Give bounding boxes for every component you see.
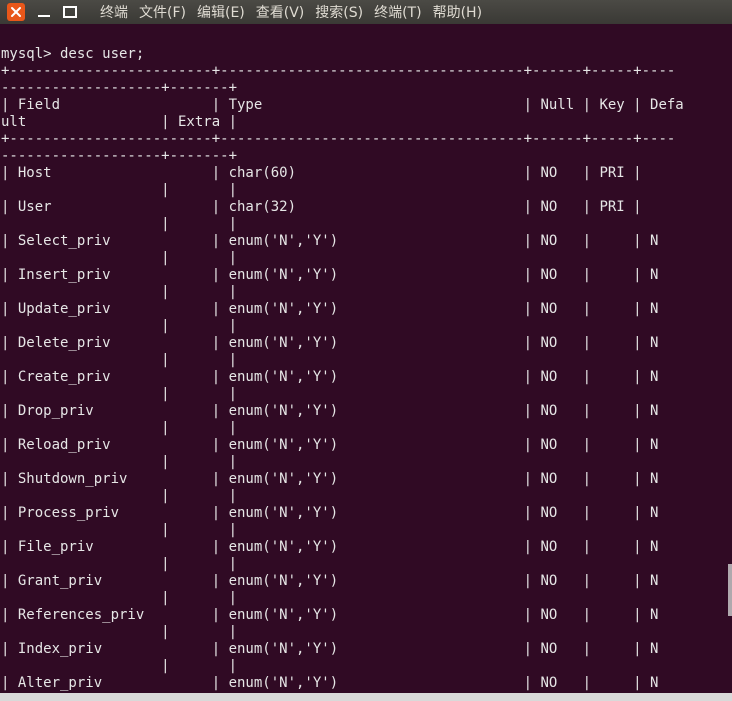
menu-bar: 终端 文件(F) 编辑(E) 查看(V) 搜索(S) 终端(T) 帮助(H) bbox=[100, 0, 482, 24]
terminal-line: | Insert_priv | enum('N','Y') | NO | | N bbox=[1, 267, 659, 283]
terminal-line: | | bbox=[1, 658, 238, 674]
terminal-line: | | bbox=[1, 590, 238, 606]
terminal-line: | Create_priv | enum('N','Y') | NO | | N bbox=[1, 369, 659, 385]
menu-view[interactable]: 查看(V) bbox=[256, 2, 305, 22]
terminal-line: +------------------------+--------------… bbox=[1, 63, 676, 79]
terminal-line: | Delete_priv | enum('N','Y') | NO | | N bbox=[1, 335, 659, 351]
terminal-line: | Drop_priv | enum('N','Y') | NO | | N bbox=[1, 403, 659, 419]
terminal-line: | | bbox=[1, 318, 238, 334]
terminal-line: | | bbox=[1, 420, 238, 436]
terminal-line: | | bbox=[1, 386, 238, 402]
terminal-line: | Alter_priv | enum('N','Y') | NO | | N bbox=[1, 675, 659, 691]
terminal-line: mysql> desc user; bbox=[1, 46, 145, 62]
menu-edit[interactable]: 编辑(E) bbox=[197, 2, 245, 22]
terminal-line: | | bbox=[1, 488, 238, 504]
terminal-line: | References_priv | enum('N','Y') | NO |… bbox=[1, 607, 659, 623]
terminal-line: | | bbox=[1, 250, 238, 266]
window-bottom-edge bbox=[0, 693, 732, 701]
menu-app-title: 终端 bbox=[100, 5, 128, 21]
terminal-line: | Shutdown_priv | enum('N','Y') | NO | |… bbox=[1, 471, 659, 487]
terminal-line: | | bbox=[1, 284, 238, 300]
terminal-line: | File_priv | enum('N','Y') | NO | | N bbox=[1, 539, 659, 555]
terminal-line: ult | Extra | bbox=[1, 114, 238, 130]
terminal-line: | Grant_priv | enum('N','Y') | NO | | N bbox=[1, 573, 659, 589]
minimize-icon bbox=[38, 15, 50, 17]
terminal-line: | | bbox=[1, 182, 238, 198]
terminal-output[interactable]: mysql> desc user; +----------------------… bbox=[0, 24, 732, 701]
close-icon bbox=[11, 7, 21, 17]
terminal-line: | | bbox=[1, 624, 238, 640]
menu-terminal[interactable]: 终端(T) bbox=[374, 2, 421, 22]
terminal-line: | | bbox=[1, 454, 238, 470]
terminal-line: | Field | Type | Null | Key | Defa bbox=[1, 97, 684, 113]
maximize-button[interactable] bbox=[61, 3, 79, 21]
minimize-button[interactable] bbox=[35, 3, 53, 21]
close-button[interactable] bbox=[7, 3, 25, 21]
terminal-line: | | bbox=[1, 352, 238, 368]
terminal-line: -------------------+-------+ bbox=[1, 80, 238, 96]
menu-file[interactable]: 文件(F) bbox=[139, 2, 186, 22]
menu-search[interactable]: 搜索(S) bbox=[315, 2, 363, 22]
scrollbar[interactable] bbox=[728, 564, 732, 616]
terminal-line: | Update_priv | enum('N','Y') | NO | | N bbox=[1, 301, 659, 317]
terminal-line: +------------------------+--------------… bbox=[1, 131, 676, 147]
terminal-line: | Process_priv | enum('N','Y') | NO | | … bbox=[1, 505, 659, 521]
terminal-line: | | bbox=[1, 556, 238, 572]
terminal-line: | | bbox=[1, 522, 238, 538]
menu-help[interactable]: 帮助(H) bbox=[433, 2, 482, 22]
terminal-line: -------------------+-------+ bbox=[1, 148, 238, 164]
terminal-line: | Host | char(60) | NO | PRI | bbox=[1, 165, 642, 181]
terminal-line: | | bbox=[1, 216, 238, 232]
terminal-line: | Select_priv | enum('N','Y') | NO | | N bbox=[1, 233, 659, 249]
maximize-icon bbox=[63, 6, 77, 18]
title-bar: 终端 文件(F) 编辑(E) 查看(V) 搜索(S) 终端(T) 帮助(H) bbox=[0, 0, 732, 24]
terminal-line: | User | char(32) | NO | PRI | bbox=[1, 199, 642, 215]
terminal-line: | Reload_priv | enum('N','Y') | NO | | N bbox=[1, 437, 659, 453]
terminal-line: | Index_priv | enum('N','Y') | NO | | N bbox=[1, 641, 659, 657]
